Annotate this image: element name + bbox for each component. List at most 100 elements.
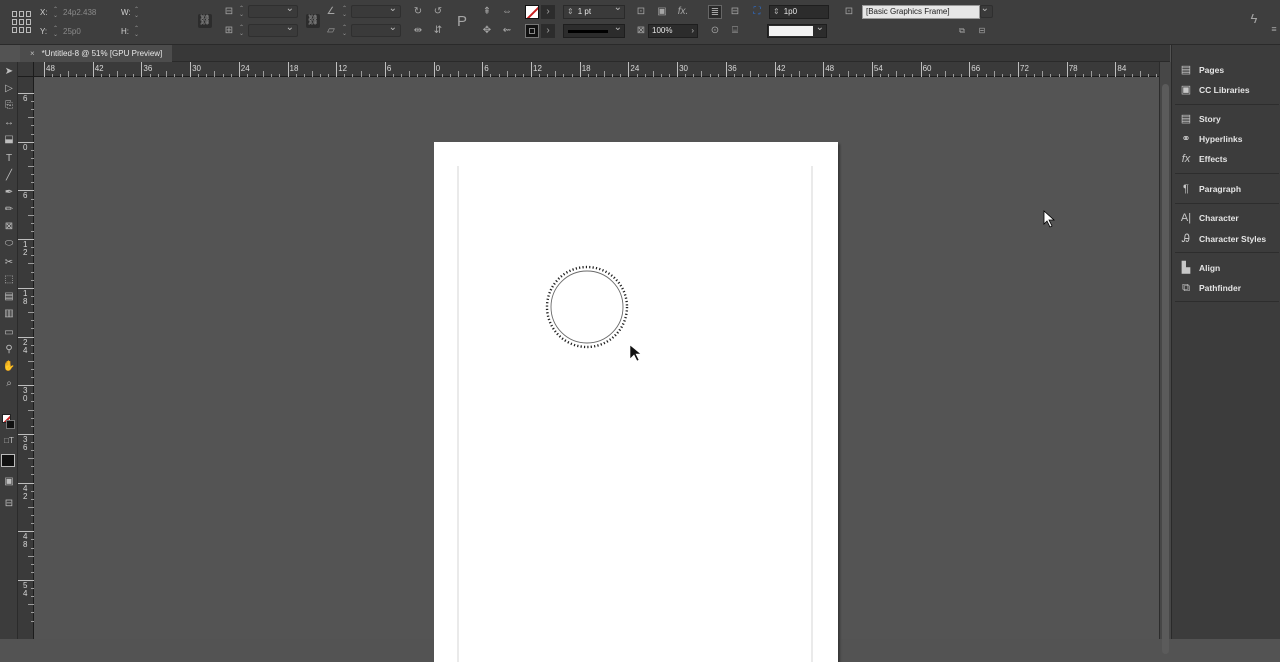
select-next-icon[interactable]: ⇜	[500, 24, 514, 38]
opacity-chevron-icon[interactable]: ›	[691, 25, 694, 37]
panel-cc-libraries[interactable]: ▣ CC Libraries	[1177, 82, 1277, 98]
rotate-cw-icon[interactable]: ↻	[411, 5, 425, 19]
h-spinner-icon[interactable]: ⌃ ⌄	[133, 26, 140, 38]
gap-spinner-icon[interactable]: ⇕	[773, 7, 780, 16]
flip-horizontal-icon[interactable]: ⇹	[411, 24, 425, 38]
panel-align[interactable]: ▙ Align	[1177, 260, 1277, 276]
stroke-menu-chevron-icon[interactable]: ›	[541, 24, 555, 38]
screen-mode-icon[interactable]: ▣	[1, 474, 17, 489]
x-label: X:	[40, 8, 48, 17]
clear-overrides-icon[interactable]: ⧉	[955, 24, 969, 38]
panel-pathfinder[interactable]: ⧉ Pathfinder	[1177, 280, 1277, 296]
vertical-ruler[interactable]: 6 0 6 12 18 24 30 36 42 48 54	[18, 77, 34, 639]
control-menu-icon[interactable]: ≡	[1267, 22, 1280, 36]
document-tab[interactable]: × *Untitled-8 @ 51% [GPU Preview]	[20, 45, 172, 62]
constrain-scale-icon[interactable]: ⛓	[306, 14, 320, 28]
line-tool-icon[interactable]: ╱	[1, 168, 17, 183]
y-field[interactable]: 25p0	[63, 27, 81, 36]
color-swatch-dropdown[interactable]: ⌄	[767, 22, 827, 38]
shear-spinner-icon[interactable]: ⌃ ⌄	[341, 25, 348, 37]
page-tool-icon[interactable]: ⎘	[1, 98, 17, 113]
panel-pages[interactable]: ▤ Pages	[1177, 62, 1277, 78]
scale-x-dropdown[interactable]	[248, 3, 298, 18]
flip-vertical-icon[interactable]: ⇵	[431, 24, 445, 38]
rotate-ccw-icon[interactable]: ↺	[431, 5, 445, 19]
rectangle-frame-tool-icon[interactable]: ⊠	[1, 219, 17, 234]
panel-paragraph[interactable]: ¶ Paragraph	[1177, 181, 1277, 197]
scissors-tool-icon[interactable]: ✂	[1, 255, 17, 270]
object-style-field[interactable]: [Basic Graphics Frame]	[862, 5, 980, 19]
content-collector-icon[interactable]: ⬓	[1, 132, 17, 147]
ruler-label: 36	[23, 434, 28, 452]
vertical-scrollbar[interactable]	[1159, 62, 1171, 654]
select-previous-icon[interactable]: ⇔	[500, 5, 514, 19]
fill-menu-chevron-icon[interactable]: ›	[541, 5, 555, 19]
view-mode-icon[interactable]: ⊟	[1, 496, 17, 511]
text-wrap-none-icon[interactable]: ≣	[708, 5, 722, 19]
stroke-weight-spinner-icon[interactable]: ⇕	[567, 7, 574, 16]
stroke-weight-dropdown[interactable]	[614, 2, 625, 18]
panel-options-icon[interactable]: ⊟	[975, 24, 989, 38]
gap-tool-icon[interactable]: ↔	[1, 115, 17, 130]
panel-hyperlinks[interactable]: ⚭ Hyperlinks	[1177, 131, 1277, 147]
hand-tool-icon[interactable]: ✋	[1, 359, 17, 374]
zoom-tool-icon[interactable]: ⌕	[1, 376, 17, 391]
note-tool-icon[interactable]: ▭	[1, 325, 17, 340]
scale-y-dropdown[interactable]	[248, 22, 298, 37]
opacity-field[interactable]: 100% ›	[648, 24, 698, 38]
panel-effects[interactable]: fx Effects	[1177, 151, 1277, 167]
lightning-icon[interactable]: ϟ	[1247, 12, 1261, 26]
panel-character[interactable]: A| Character	[1177, 210, 1277, 226]
document-page[interactable]	[434, 142, 838, 662]
paragraph-p-icon[interactable]: P	[453, 13, 471, 31]
rotation-dropdown[interactable]	[351, 3, 401, 18]
pencil-tool-icon[interactable]: ✏	[1, 202, 17, 217]
formatting-container-icon[interactable]: □T	[1, 433, 17, 448]
ruler-major-tick	[238, 62, 240, 77]
close-tab-icon[interactable]: ×	[30, 49, 35, 58]
shear-dropdown[interactable]	[351, 22, 401, 37]
scale-x-spinner-icon[interactable]: ⌃ ⌄	[238, 6, 245, 18]
eyedropper-tool-icon[interactable]: ⚲	[1, 342, 17, 357]
y-spinner-icon[interactable]: ⌃ ⌄	[52, 26, 59, 38]
selection-tool-icon[interactable]: ➤	[1, 64, 17, 79]
type-tool-icon[interactable]: T	[1, 151, 17, 166]
constrain-proportions-icon[interactable]: ⛓	[198, 14, 212, 28]
gradient-feather-tool-icon[interactable]: ▥	[1, 306, 17, 321]
object-style-dropdown[interactable]	[980, 3, 993, 18]
text-wrap-bounding-icon[interactable]: ⊟	[728, 5, 742, 19]
ruler-major-tick	[18, 190, 34, 192]
select-content-icon[interactable]: ✥	[480, 24, 494, 38]
effects-fx-icon[interactable]: fx.	[676, 5, 690, 19]
free-transform-tool-icon[interactable]: ⬚	[1, 272, 17, 287]
ruler-label: 12	[23, 240, 28, 258]
ruler-origin[interactable]	[18, 62, 34, 77]
scrollbar-thumb[interactable]	[1162, 84, 1169, 654]
ellipse-tool-icon[interactable]: ⬭	[1, 236, 17, 251]
fitting-content-icon[interactable]: ▣	[655, 5, 669, 19]
rotation-spinner-icon[interactable]: ⌃ ⌄	[341, 6, 348, 18]
scale-y-spinner-icon[interactable]: ⌃ ⌄	[238, 25, 245, 37]
gap-field[interactable]: ⇕ 1p0	[769, 5, 829, 19]
stroke-type-dropdown[interactable]: ⌄	[563, 22, 625, 38]
align-stroke-icon[interactable]: ⊙	[708, 24, 722, 38]
reference-point-icon[interactable]	[12, 11, 31, 33]
auto-fit-icon[interactable]: ⛶	[750, 5, 764, 19]
select-container-icon[interactable]: ⇞	[480, 5, 494, 19]
panel-story[interactable]: ▤ Story	[1177, 111, 1277, 127]
stroke-swatch[interactable]	[525, 24, 539, 38]
fill-stroke-swatches[interactable]	[2, 414, 16, 430]
w-spinner-icon[interactable]: ⌃ ⌄	[133, 7, 140, 19]
direct-selection-tool-icon[interactable]: ▷	[1, 81, 17, 96]
horizontal-ruler[interactable]: 48 42 36 30 24 18 12 6 0 6 12 18 24 30 36 42 48 54 60 66 72 7…	[34, 62, 1159, 77]
fill-swatch[interactable]	[525, 5, 539, 19]
pasteboard[interactable]	[34, 77, 1159, 662]
x-field[interactable]: 24p2.438	[63, 8, 96, 17]
pen-tool-icon[interactable]: ✒	[1, 185, 17, 200]
corner-options-icon[interactable]: ⌸	[728, 24, 742, 38]
apply-color-swatch[interactable]	[1, 454, 15, 467]
gradient-tool-icon[interactable]: ▤	[1, 289, 17, 304]
fitting-frame-icon[interactable]: ⊡	[634, 5, 648, 19]
panel-character-styles[interactable]: Ꭿ Character Styles	[1177, 231, 1277, 247]
x-spinner-icon[interactable]: ⌃ ⌄	[52, 7, 59, 19]
